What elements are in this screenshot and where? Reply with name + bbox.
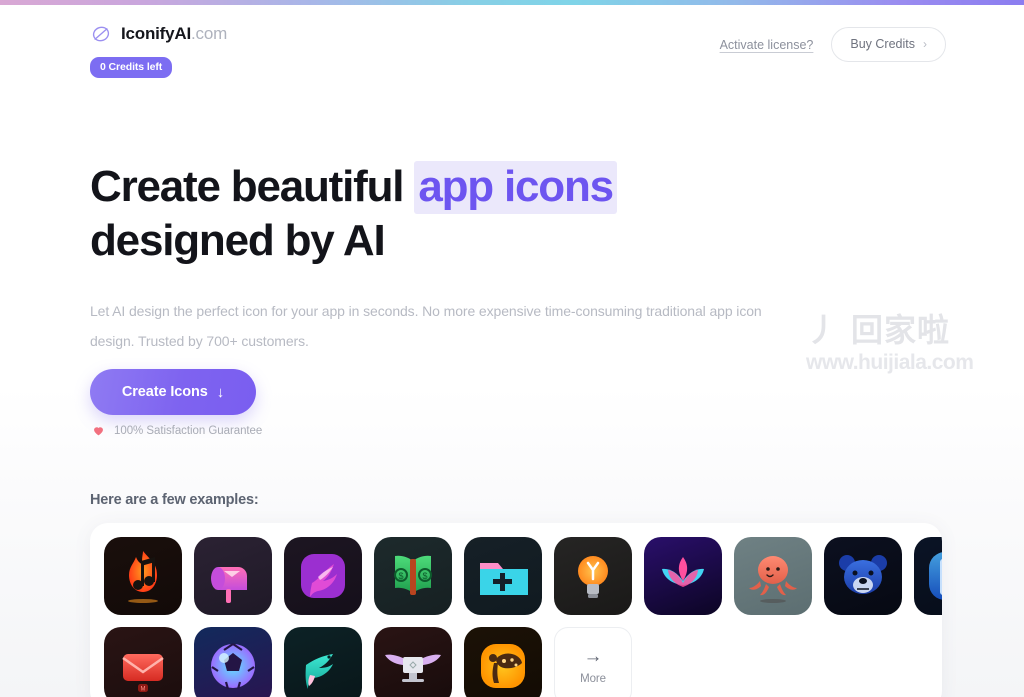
examples-heading: Here are a few examples: [90,492,259,508]
svg-text:$: $ [422,571,427,581]
arrow-down-icon: ↓ [216,383,225,401]
money-book-icon[interactable]: $ $ [374,537,452,615]
watermark-url: www.huijiala.com [806,351,974,374]
arrow-right-icon: → [583,646,603,667]
watermark-mark: 丿 [806,312,840,348]
watermark-chinese-text: 回家啦 [851,312,951,348]
create-icons-button[interactable]: Create Icons ↓ [90,369,256,415]
satisfaction-guarantee: 100% Satisfaction Guarantee [92,424,262,437]
winged-monitor-icon[interactable] [374,627,452,697]
hero-title-highlight: app icons [414,161,617,214]
hero-subtitle: Let AI design the perfect icon for your … [90,303,762,349]
buy-credits-button[interactable]: Buy Credits › [831,27,946,62]
mushroom-icon[interactable] [464,627,542,697]
octopus-icon[interactable] [734,537,812,615]
page-root: IconifyAI.com 0 Credits left Activate li… [0,5,1024,697]
brand-logo[interactable]: IconifyAI.com [90,23,227,45]
hummingbird-icon[interactable] [284,537,362,615]
svg-text:M: M [141,687,146,693]
watermark-logo-row: 丿 回家啦 [806,314,1006,346]
chevron-right-icon: › [923,37,927,51]
teal-bird-icon[interactable] [284,627,362,697]
brand-tld: .com [191,24,228,43]
examples-panel: $ $ M → More [90,523,942,697]
folder-plus-icon[interactable] [464,537,542,615]
guarantee-label: 100% Satisfaction Guarantee [114,424,263,437]
planet-slash-icon [92,26,110,42]
hero-title-line2: designed by AI [90,216,386,265]
hero-title-line1-plain: Create beautiful [90,162,415,211]
icon-grid: $ $ M → More [104,537,942,697]
more-label: More [580,673,606,685]
page-title: Create beautiful app icons designed by AI [90,160,810,268]
heart-icon [94,427,103,436]
create-icons-label: Create Icons [121,384,208,400]
brand-name: IconifyAI.com [121,24,228,43]
buy-credits-label: Buy Credits [850,37,915,51]
red-envelope-icon[interactable]: M [104,627,182,697]
activate-license-link[interactable]: Activate license? [720,38,814,52]
fire-music-note-icon[interactable] [104,537,182,615]
svg-text:$: $ [398,571,403,581]
more-examples-button[interactable]: → More [554,627,632,697]
lightbulb-icon[interactable] [554,537,632,615]
watermark: 丿 回家啦 www.huijiala.com [806,314,1006,373]
bear-face-icon[interactable] [824,537,902,615]
lotus-flower-icon[interactable] [644,537,722,615]
site-header: IconifyAI.com 0 Credits left Activate li… [0,5,1024,91]
soccer-ball-icon[interactable] [194,627,272,697]
header-actions: Activate license? Buy Credits › [720,27,946,62]
mailbox-icon[interactable] [194,537,272,615]
credits-badge[interactable]: 0 Credits left [90,57,173,78]
blue-book-icon[interactable] [914,537,942,615]
top-gradient-bar [0,0,1024,5]
